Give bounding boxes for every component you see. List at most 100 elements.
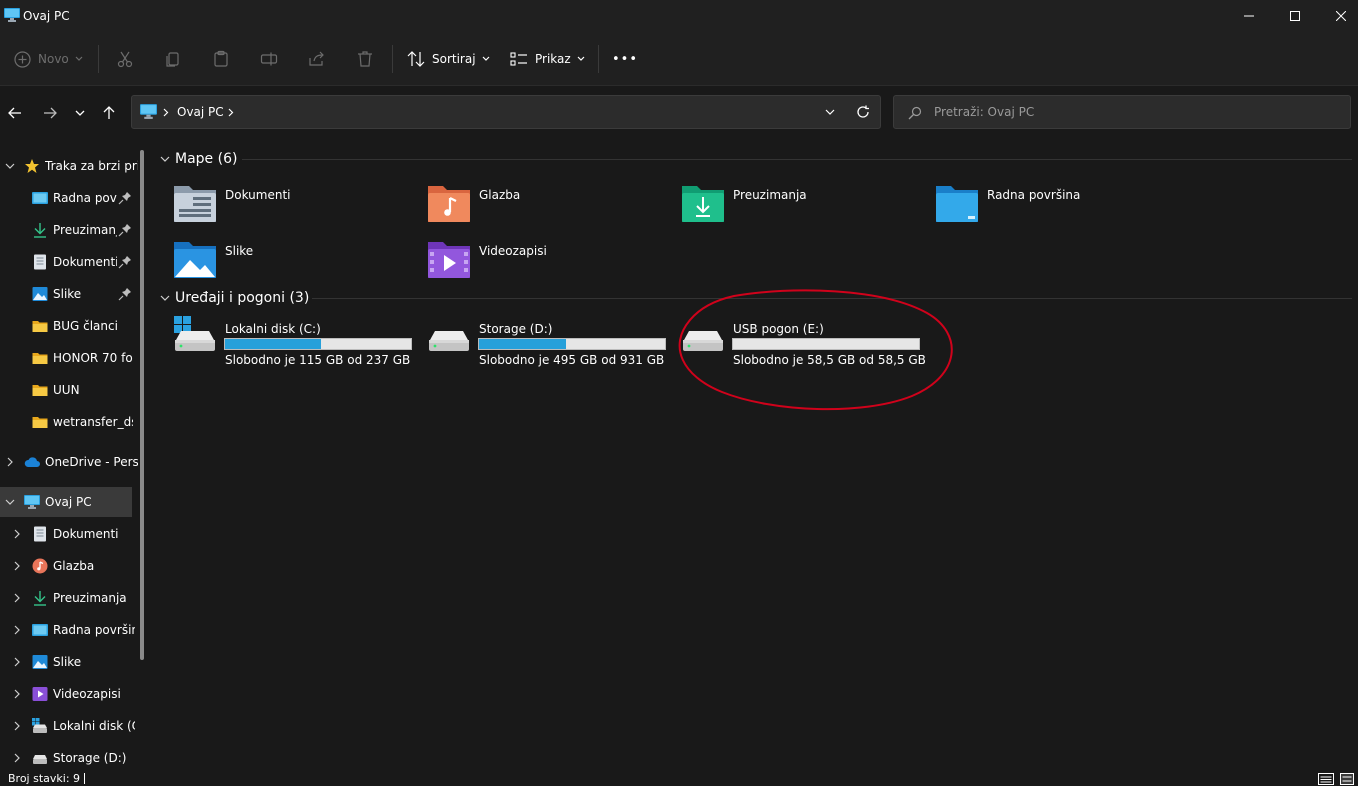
- close-icon: [1336, 11, 1346, 21]
- videos-folder-icon: [428, 242, 470, 278]
- folder-tile-music[interactable]: Glazba: [406, 182, 656, 232]
- folders-group-header[interactable]: Mape (6): [160, 149, 237, 169]
- chevron-right-icon[interactable]: [5, 457, 15, 467]
- sidebar-item-pictures[interactable]: Slike: [0, 647, 138, 677]
- rename-icon: [260, 52, 278, 66]
- sidebar-item-documents[interactable]: Dokumenti: [0, 247, 138, 277]
- toolbar-separator: [598, 45, 599, 73]
- forward-button[interactable]: [37, 100, 63, 126]
- pin-icon: [118, 288, 131, 301]
- folder-tile-pictures[interactable]: Slike: [152, 238, 402, 288]
- cut-button[interactable]: [116, 44, 134, 74]
- refresh-icon[interactable]: [856, 105, 870, 119]
- drive-usage-bar: [478, 338, 666, 350]
- sidebar-item-desktop[interactable]: Radna površ: [0, 183, 138, 213]
- delete-button[interactable]: [356, 44, 374, 74]
- sidebar-item-documents[interactable]: Dokumenti: [0, 519, 138, 549]
- drive-tile-storage[interactable]: Storage (D:) Slobodno je 495 GB od 931 G…: [406, 316, 666, 372]
- sidebar-item-local-disk[interactable]: Lokalni disk (C:: [0, 711, 138, 741]
- chevron-right-icon[interactable]: [12, 529, 22, 539]
- arrow-left-icon: [8, 107, 21, 119]
- address-bar[interactable]: Ovaj PC: [131, 95, 881, 129]
- sidebar-item-downloads[interactable]: Preuzimanja: [0, 583, 138, 613]
- computer-icon: [4, 8, 20, 22]
- breadcrumb-item[interactable]: Ovaj PC: [177, 105, 224, 119]
- chevron-right-icon[interactable]: [12, 657, 22, 667]
- details-view-icon[interactable]: [1318, 773, 1334, 785]
- sort-button[interactable]: Sortiraj: [407, 44, 490, 74]
- drive-tile-local-disk[interactable]: Lokalni disk (C:) Slobodno je 115 GB od …: [152, 316, 412, 372]
- scissors-icon: [117, 51, 133, 68]
- sidebar-item-folder[interactable]: UUN: [0, 375, 138, 405]
- chevron-right-icon[interactable]: [12, 721, 22, 731]
- maximize-button[interactable]: [1272, 0, 1318, 32]
- copy-button[interactable]: [164, 44, 182, 74]
- chevron-right-icon[interactable]: [12, 561, 22, 571]
- sidebar-item-this-pc[interactable]: Ovaj PC: [0, 487, 132, 517]
- search-icon: [908, 106, 922, 120]
- up-button[interactable]: [96, 100, 122, 126]
- chevron-down-icon[interactable]: [825, 109, 835, 116]
- folder-label: Preuzimanja: [733, 188, 807, 202]
- chevron-down-icon[interactable]: [5, 497, 15, 507]
- sidebar-item-music[interactable]: Glazba: [0, 551, 138, 581]
- back-button[interactable]: [2, 100, 28, 126]
- drive-free-space: Slobodno je 115 GB od 237 GB: [225, 353, 411, 367]
- drive-usage-fill: [479, 339, 567, 349]
- sidebar-scrollbar[interactable]: [140, 150, 144, 660]
- item-count: Broj stavki: 9: [8, 772, 81, 785]
- folder-tile-documents[interactable]: Dokumenti: [152, 182, 402, 232]
- recent-locations-button[interactable]: [67, 100, 93, 126]
- close-button[interactable]: [1318, 0, 1358, 32]
- folder-label: Dokumenti: [225, 188, 291, 202]
- folder-tile-desktop[interactable]: Radna površina: [914, 182, 1164, 232]
- search-box[interactable]: [893, 95, 1351, 129]
- navigation-row: Ovaj PC: [0, 86, 1358, 138]
- navigation-pane: Traka za brzi prist Radna površ Preuzima…: [0, 138, 148, 770]
- sidebar-item-label: Traka za brzi prist: [45, 159, 138, 173]
- drive-icon: [33, 755, 47, 764]
- annotation-circle: [678, 289, 953, 411]
- sidebar-item-onedrive[interactable]: OneDrive - Perso: [0, 447, 138, 477]
- rename-button[interactable]: [260, 44, 278, 74]
- share-button[interactable]: [308, 44, 326, 74]
- sidebar-item-label: Glazba: [53, 559, 95, 573]
- folder-label: Radna površina: [987, 188, 1081, 202]
- chevron-down-icon: [482, 56, 489, 61]
- sidebar-item-folder[interactable]: HONOR 70 fotk: [0, 343, 138, 373]
- search-input[interactable]: [934, 104, 1334, 120]
- sidebar-item-folder[interactable]: BUG članci: [0, 311, 138, 341]
- documents-folder-icon: [174, 186, 216, 222]
- paste-button[interactable]: [212, 44, 230, 74]
- chevron-right-icon[interactable]: [12, 689, 22, 699]
- sidebar-item-label: Slike: [53, 655, 82, 669]
- maximize-icon: [1290, 11, 1300, 21]
- sidebar-item-downloads[interactable]: Preuzimanja: [0, 215, 138, 245]
- new-label: Novo: [38, 52, 69, 66]
- folder-tile-videos[interactable]: Videozapisi: [406, 238, 656, 288]
- chevron-right-icon[interactable]: [12, 625, 22, 635]
- desktop-icon: [32, 624, 48, 636]
- sidebar-item-storage[interactable]: Storage (D:): [0, 743, 138, 770]
- sidebar-item-quick-access[interactable]: Traka za brzi prist: [0, 151, 138, 181]
- sidebar-item-videos[interactable]: Videozapisi: [0, 679, 138, 709]
- sidebar-item-folder[interactable]: wetransfer_dsc: [0, 407, 138, 437]
- chevron-right-icon[interactable]: [12, 593, 22, 603]
- chevron-down-icon[interactable]: [5, 161, 15, 171]
- pin-icon: [118, 192, 131, 205]
- download-icon: [34, 591, 46, 606]
- drives-group-header[interactable]: Uređaji i pogoni (3): [160, 288, 309, 308]
- arrow-up-icon: [103, 106, 115, 119]
- more-options-button[interactable]: •••: [612, 44, 638, 74]
- minimize-button[interactable]: [1226, 0, 1272, 32]
- sidebar-item-label: Preuzimanja: [53, 223, 117, 237]
- sidebar-item-desktop[interactable]: Radna površina: [0, 615, 138, 645]
- view-button[interactable]: Prikaz: [510, 44, 585, 74]
- tiles-view-icon[interactable]: [1340, 773, 1354, 785]
- new-button[interactable]: Novo: [14, 44, 83, 74]
- folder-tile-downloads[interactable]: Preuzimanja: [660, 182, 910, 232]
- sidebar-item-label: Storage (D:): [53, 751, 127, 765]
- sidebar-item-pictures[interactable]: Slike: [0, 279, 138, 309]
- chevron-right-icon[interactable]: [12, 753, 22, 763]
- arrow-right-icon: [44, 107, 57, 119]
